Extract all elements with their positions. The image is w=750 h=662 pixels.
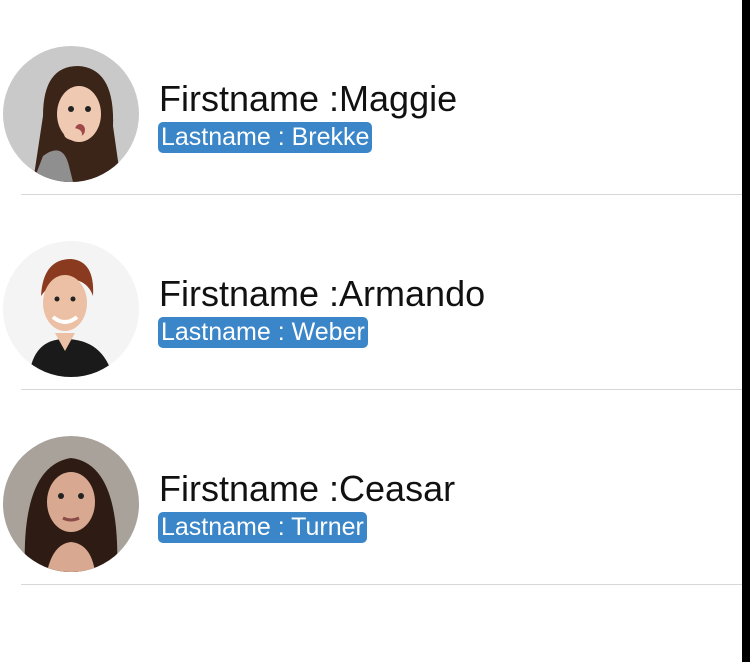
list-item[interactable]: Firstname :Armando Lastname : Weber (0, 195, 742, 390)
firstname-label: Firstname :Ceasar (159, 468, 456, 509)
contacts-screen: Firstname :Maggie Lastname : Brekke Firs… (0, 0, 750, 662)
screen-edge (742, 0, 750, 662)
list-item[interactable]: Firstname :Maggie Lastname : Brekke (0, 0, 742, 195)
contacts-list: Firstname :Maggie Lastname : Brekke Firs… (0, 0, 742, 585)
list-item[interactable]: Firstname :Ceasar Lastname : Turner (0, 390, 742, 585)
firstname-label: Firstname :Maggie (159, 78, 458, 119)
row-divider (21, 584, 742, 585)
avatar (3, 46, 139, 182)
lastname-badge: Lastname : Turner (158, 512, 367, 543)
avatar (3, 241, 139, 377)
avatar (3, 436, 139, 572)
lastname-badge: Lastname : Weber (158, 317, 368, 348)
lastname-badge: Lastname : Brekke (158, 122, 373, 153)
firstname-label: Firstname :Armando (159, 273, 486, 314)
